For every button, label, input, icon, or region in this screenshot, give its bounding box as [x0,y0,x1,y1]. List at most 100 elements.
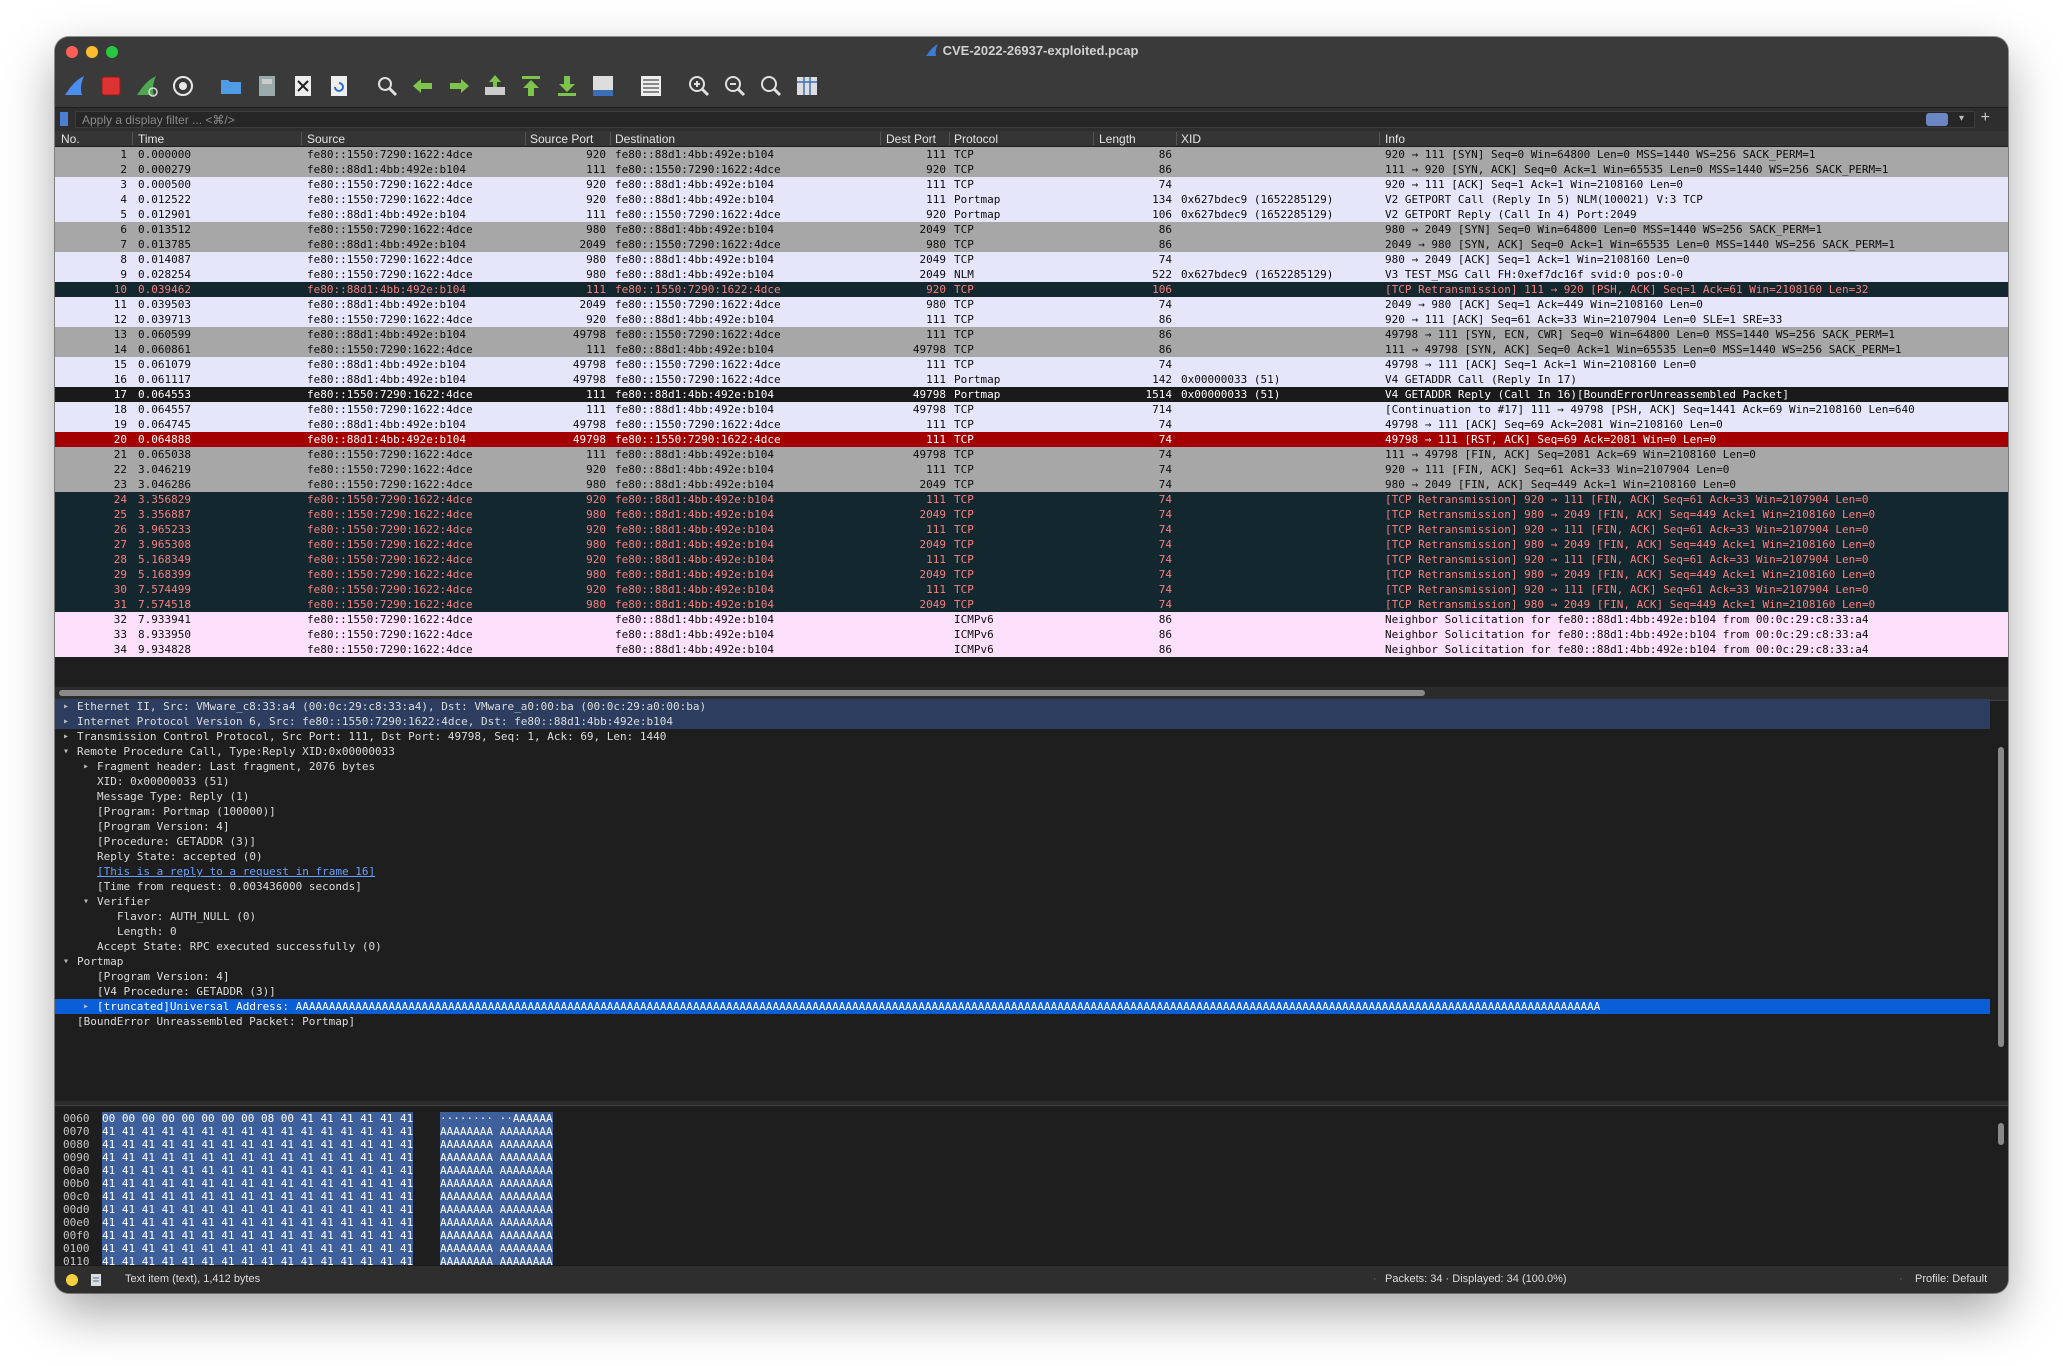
expanded-arrow-icon[interactable]: ▾ [63,954,69,969]
resize-columns-button[interactable] [791,71,823,101]
packet-row[interactable]: 25 3.356887 fe80::1550:7290:1622:4dce 980 fe… [55,507,2008,522]
column-header-dest-port[interactable]: Dest Port [886,132,936,146]
hex-bytes[interactable]: 41 41 41 41 41 41 41 41 41 41 41 41 41 4… [102,1138,414,1151]
packet-row[interactable]: 4 0.012522 fe80::1550:7290:1622:4dce 920 fe8… [55,192,2008,207]
detail-tree-item[interactable]: ▾ Portmap [55,954,1990,969]
detail-tree-item[interactable]: XID: 0x00000033 (51) [55,774,1990,789]
packet-row[interactable]: 26 3.965233 fe80::1550:7290:1622:4dce 920 fe… [55,522,2008,537]
collapsed-arrow-icon[interactable]: ▸ [63,699,69,714]
expert-info-icon[interactable] [65,1273,79,1287]
packet-row[interactable]: 12 0.039713 fe80::1550:7290:1622:4dce 920 fe… [55,312,2008,327]
detail-tree-item[interactable]: [BoundError Unreassembled Packet: Portma… [55,1014,1990,1029]
close-file-button[interactable] [287,71,319,101]
column-header-destination[interactable]: Destination [615,132,675,146]
packet-row[interactable]: 16 0.061117 fe80::88d1:4bb:492e:b104 49798 f… [55,372,2008,387]
hex-ascii[interactable]: AAAAAAAA AAAAAAAA [440,1138,553,1151]
start-capture-button[interactable] [59,71,91,101]
display-filter-input[interactable] [75,111,1975,128]
apply-filter-button[interactable] [1926,113,1948,126]
column-header-xid[interactable]: XID [1181,132,1201,146]
hex-ascii[interactable]: AAAAAAAA AAAAAAAA [440,1177,553,1190]
packet-row[interactable]: 15 0.061079 fe80::88d1:4bb:492e:b104 49798 f… [55,357,2008,372]
hex-ascii[interactable]: AAAAAAAA AAAAAAAA [440,1125,553,1138]
hex-bytes[interactable]: 41 41 41 41 41 41 41 41 41 41 41 41 41 4… [102,1190,414,1203]
packet-row[interactable]: 5 0.012901 fe80::88d1:4bb:492e:b104 111 fe80… [55,207,2008,222]
packet-row[interactable]: 34 9.934828 fe80::1550:7290:1622:4dce fe80:… [55,642,2008,657]
hex-ascii[interactable]: AAAAAAAA AAAAAAAA [440,1216,553,1229]
capture-comment-icon[interactable] [89,1272,103,1287]
packet-row[interactable]: 11 0.039503 fe80::88d1:4bb:492e:b104 2049 fe… [55,297,2008,312]
hex-bytes[interactable]: 41 41 41 41 41 41 41 41 41 41 41 41 41 4… [102,1125,414,1138]
packet-row[interactable]: 18 0.064557 fe80::1550:7290:1622:4dce 111 fe… [55,402,2008,417]
hex-bytes[interactable]: 41 41 41 41 41 41 41 41 41 41 41 41 41 4… [102,1203,414,1216]
packet-row[interactable]: 7 0.013785 fe80::88d1:4bb:492e:b104 2049 fe8… [55,237,2008,252]
collapsed-arrow-icon[interactable]: ▸ [83,759,89,774]
hex-bytes[interactable]: 00 00 00 00 00 00 00 00 08 00 41 41 41 4… [102,1112,414,1125]
detail-tree-item[interactable]: [Program Version: 4] [55,969,1990,984]
detail-tree-item[interactable]: Message Type: Reply (1) [55,789,1990,804]
capture-options-button[interactable] [167,71,199,101]
colorize-button[interactable] [635,71,667,101]
first-packet-button[interactable] [515,71,547,101]
normal-size-button[interactable] [755,71,787,101]
column-header-protocol[interactable]: Protocol [954,132,998,146]
go-forward-button[interactable] [443,71,475,101]
go-to-packet-button[interactable] [479,71,511,101]
hex-bytes[interactable]: 41 41 41 41 41 41 41 41 41 41 41 41 41 4… [102,1177,414,1190]
packet-row[interactable]: 13 0.060599 fe80::88d1:4bb:492e:b104 49798 f… [55,327,2008,342]
hex-bytes[interactable]: 41 41 41 41 41 41 41 41 41 41 41 41 41 4… [102,1216,414,1229]
hex-ascii[interactable]: ········ ··AAAAAA [440,1112,553,1125]
column-header-length[interactable]: Length [1099,132,1136,146]
packet-row[interactable]: 24 3.356829 fe80::1550:7290:1622:4dce 920 fe… [55,492,2008,507]
packet-row[interactable]: 14 0.060861 fe80::1550:7290:1622:4dce 111 fe… [55,342,2008,357]
packet-row[interactable]: 32 7.933941 fe80::1550:7290:1622:4dce fe80:… [55,612,2008,627]
detail-tree-item[interactable]: ▸ Ethernet II, Src: VMware_c8:33:a4 (00:0… [55,699,1990,714]
add-filter-button[interactable]: + [1981,109,1990,127]
detail-tree-item[interactable]: ▸ Fragment header: Last fragment, 2076 by… [55,759,1990,774]
hex-bytes[interactable]: 41 41 41 41 41 41 41 41 41 41 41 41 41 4… [102,1151,414,1164]
go-back-button[interactable] [407,71,439,101]
expanded-arrow-icon[interactable]: ▾ [83,894,89,909]
packet-row[interactable]: 23 3.046286 fe80::1550:7290:1622:4dce 980 fe… [55,477,2008,492]
hex-ascii[interactable]: AAAAAAAA AAAAAAAA [440,1203,553,1216]
detail-tree-item[interactable]: ▸ Transmission Control Protocol, Src Port… [55,729,1990,744]
packet-row[interactable]: 1 0.000000 fe80::1550:7290:1622:4dce 920 fe8… [55,147,2008,162]
detail-tree-item[interactable]: ▸ Internet Protocol Version 6, Src: fe80:… [55,714,1990,729]
hex-ascii[interactable]: AAAAAAAA AAAAAAAA [440,1190,553,1203]
zoom-in-button[interactable] [683,71,715,101]
hex-bytes[interactable]: 41 41 41 41 41 41 41 41 41 41 41 41 41 4… [102,1242,414,1255]
save-file-button[interactable] [251,71,283,101]
detail-tree-item[interactable]: Flavor: AUTH_NULL (0) [55,909,1990,924]
hex-bytes[interactable]: 41 41 41 41 41 41 41 41 41 41 41 41 41 4… [102,1164,414,1177]
status-profile[interactable]: Profile: Default [1915,1273,1987,1285]
detail-tree-item[interactable]: [Program Version: 4] [55,819,1990,834]
column-header-no[interactable]: No. [61,132,80,146]
packet-row[interactable]: 33 8.933950 fe80::1550:7290:1622:4dce fe80:… [55,627,2008,642]
hex-ascii[interactable]: AAAAAAAA AAAAAAAA [440,1242,553,1255]
detail-tree-item[interactable]: Reply State: accepted (0) [55,849,1990,864]
detail-tree-item[interactable]: [Program: Portmap (100000)] [55,804,1990,819]
packet-row[interactable]: 6 0.013512 fe80::1550:7290:1622:4dce 980 fe8… [55,222,2008,237]
detail-tree-item[interactable]: Accept State: RPC executed successfully … [55,939,1990,954]
reload-file-button[interactable] [323,71,355,101]
packet-row[interactable]: 28 5.168349 fe80::1550:7290:1622:4dce 920 fe… [55,552,2008,567]
column-header-source[interactable]: Source [307,132,345,146]
collapsed-arrow-icon[interactable]: ▸ [63,714,69,729]
bytes-vertical-scrollbar[interactable] [1998,1123,2004,1145]
packet-row[interactable]: 3 0.000500 fe80::1550:7290:1622:4dce 920 fe8… [55,177,2008,192]
packet-row[interactable]: 20 0.064888 fe80::88d1:4bb:492e:b104 49798 f… [55,432,2008,447]
hex-bytes[interactable]: 41 41 41 41 41 41 41 41 41 41 41 41 41 4… [102,1229,414,1242]
packet-row[interactable]: 17 0.064553 fe80::1550:7290:1622:4dce 111 fe… [55,387,2008,402]
detail-tree-item[interactable]: ▸ [truncated]Universal Address: AAAAAAAAA… [55,999,1990,1014]
packet-row[interactable]: 27 3.965308 fe80::1550:7290:1622:4dce 980 fe… [55,537,2008,552]
hex-ascii[interactable]: AAAAAAAA AAAAAAAA [440,1229,553,1242]
zoom-out-button[interactable] [719,71,751,101]
column-header-time[interactable]: Time [138,132,164,146]
column-header-source-port[interactable]: Source Port [530,132,593,146]
packet-row[interactable]: 29 5.168399 fe80::1550:7290:1622:4dce 980 fe… [55,567,2008,582]
detail-tree-item[interactable]: [This is a reply to a request in frame 1… [55,864,1990,879]
packet-row[interactable]: 10 0.039462 fe80::88d1:4bb:492e:b104 111 fe8… [55,282,2008,297]
hex-ascii[interactable]: AAAAAAAA AAAAAAAA [440,1164,553,1177]
stop-capture-button[interactable] [95,71,127,101]
packet-list-horizontal-scrollbar[interactable] [55,687,2008,699]
